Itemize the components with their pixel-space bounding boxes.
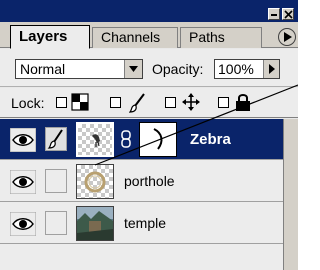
blend-options-row: Normal Opacity: 100% <box>0 49 298 87</box>
blend-mode-select[interactable]: Normal <box>15 59 143 79</box>
layer-name: porthole <box>124 173 175 189</box>
palette-tab-bar: Layers Channels Paths <box>0 22 298 49</box>
link-chain-icon[interactable] <box>120 130 132 148</box>
opacity-value: 100% <box>218 61 254 77</box>
close-button[interactable] <box>282 8 294 20</box>
move-icon <box>182 93 200 111</box>
zebra-thumbnail-image <box>92 134 100 147</box>
tab-paths[interactable]: Paths <box>180 27 262 48</box>
layer-thumbnail-temple[interactable] <box>76 206 114 241</box>
layer-link-cell[interactable] <box>45 169 67 193</box>
opacity-field[interactable]: 100% <box>214 59 280 79</box>
tab-layers[interactable]: Layers <box>10 25 90 49</box>
tab-channels[interactable]: Channels <box>92 27 178 48</box>
layers-list: Zebra porthole temple <box>0 119 298 270</box>
palette-menu-button[interactable] <box>278 28 296 46</box>
lock-all-checkbox[interactable] <box>218 97 229 108</box>
transparency-lock-icon <box>71 93 89 111</box>
layer-row-porthole[interactable]: porthole <box>0 161 298 202</box>
layer-mask-thumbnail-zebra[interactable] <box>139 122 177 157</box>
chevron-right-icon <box>269 64 275 74</box>
layer-thumbnail-porthole[interactable] <box>76 164 114 199</box>
layer-row-temple[interactable]: temple <box>0 203 298 244</box>
eye-icon[interactable] <box>10 170 36 194</box>
blend-mode-value: Normal <box>20 61 66 77</box>
blend-mode-dropdown-button[interactable] <box>124 60 142 78</box>
layer-edit-indicator[interactable] <box>45 127 67 151</box>
mask-shape <box>153 128 163 150</box>
chevron-down-icon <box>129 66 138 72</box>
eye-icon[interactable] <box>10 128 36 152</box>
layers-palette: Layers Channels Paths Normal Opacity: 10… <box>0 0 298 270</box>
layer-link-cell[interactable] <box>45 211 67 235</box>
porthole-thumbnail-image <box>84 171 106 193</box>
brush-icon <box>129 93 145 113</box>
lock-position-checkbox[interactable] <box>165 97 176 108</box>
lock-icon <box>236 94 250 111</box>
lock-label: Lock: <box>11 95 45 111</box>
opacity-slider-button[interactable] <box>263 60 279 78</box>
minimize-button[interactable] <box>268 8 280 20</box>
menu-arrow-icon <box>284 32 292 42</box>
opacity-label: Opacity: <box>152 61 204 77</box>
palette-title-bar[interactable] <box>0 0 298 22</box>
lock-row: Lock: <box>0 88 298 118</box>
close-icon <box>284 10 293 19</box>
brush-icon <box>47 129 63 149</box>
temple-thumbnail-image <box>77 207 113 240</box>
layer-thumbnail-zebra[interactable] <box>76 122 114 157</box>
layer-name: temple <box>124 215 167 231</box>
layer-row-zebra[interactable]: Zebra <box>0 119 298 160</box>
lock-transparency-checkbox[interactable] <box>56 97 67 108</box>
lock-image-checkbox[interactable] <box>110 97 121 108</box>
eye-icon[interactable] <box>10 212 36 236</box>
layers-scrollbar[interactable] <box>283 119 298 270</box>
layer-name: Zebra <box>190 131 231 148</box>
